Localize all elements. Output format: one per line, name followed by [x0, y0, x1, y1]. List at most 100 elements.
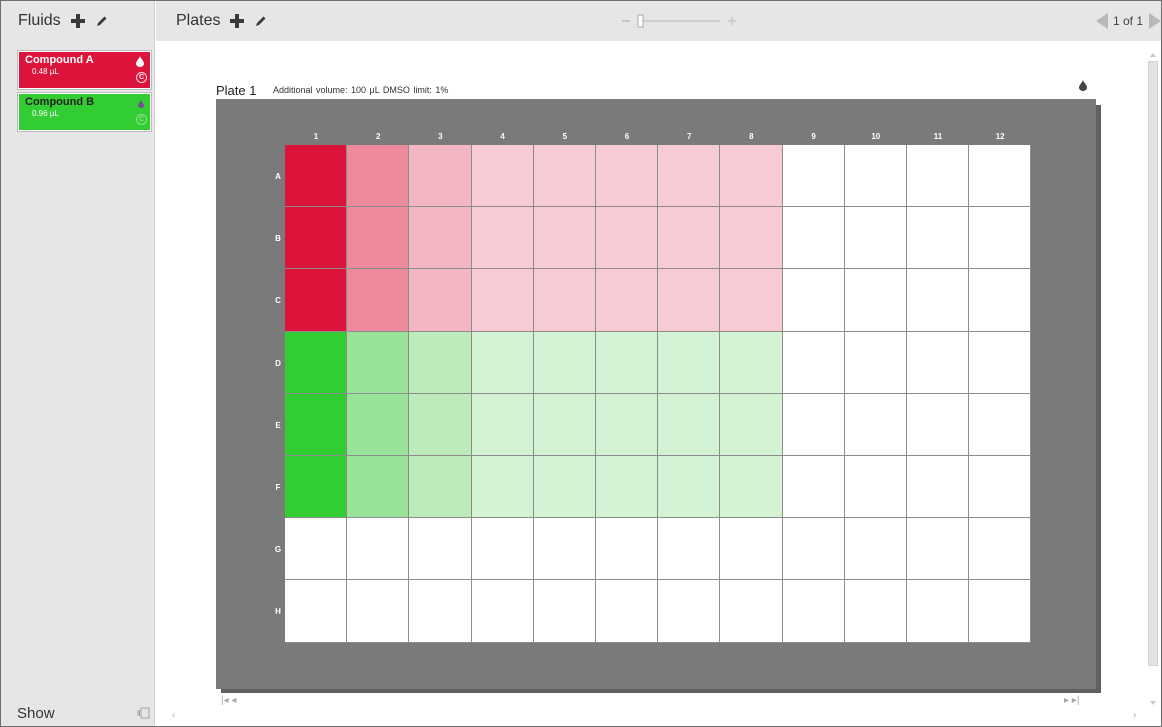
scroll-right-icon[interactable]: ›	[1133, 710, 1136, 721]
column-label[interactable]: 10	[845, 132, 907, 141]
copyright-c-icon[interactable]: C	[136, 114, 147, 125]
well-C8[interactable]	[720, 269, 782, 331]
well-F4[interactable]	[471, 455, 533, 518]
row-label[interactable]: B	[272, 234, 284, 243]
column-label[interactable]: 2	[347, 132, 409, 141]
copyright-c-icon[interactable]: C	[136, 72, 147, 83]
well-C11[interactable]	[906, 269, 969, 331]
well-A12[interactable]	[969, 145, 1031, 207]
add-plate-button[interactable]	[229, 13, 245, 29]
well-B12[interactable]	[969, 207, 1031, 269]
well-E2[interactable]	[347, 393, 409, 455]
column-label[interactable]: 5	[534, 132, 596, 141]
well-C4[interactable]	[471, 269, 533, 331]
well-H12[interactable]	[969, 580, 1031, 642]
well-G3[interactable]	[409, 518, 471, 580]
well-D12[interactable]	[969, 331, 1031, 393]
scroll-up-icon[interactable]	[1150, 53, 1156, 57]
well-C2[interactable]	[347, 269, 409, 331]
column-label[interactable]: 1	[285, 132, 347, 141]
well-A10[interactable]	[844, 145, 906, 207]
well-D8[interactable]	[720, 331, 782, 393]
well-A8[interactable]	[720, 145, 782, 207]
well-A2[interactable]	[347, 145, 409, 207]
row-label[interactable]: D	[272, 359, 284, 368]
column-label[interactable]: 7	[658, 132, 720, 141]
well-B3[interactable]	[409, 207, 471, 269]
vertical-scrollbar[interactable]	[1146, 41, 1161, 726]
well-G6[interactable]	[595, 518, 658, 580]
well-B7[interactable]	[658, 207, 720, 269]
well-B10[interactable]	[844, 207, 906, 269]
well-F7[interactable]	[658, 455, 720, 518]
well-F3[interactable]	[409, 455, 471, 518]
well-G12[interactable]	[969, 518, 1031, 580]
row-label[interactable]: F	[272, 483, 284, 492]
well-E12[interactable]	[969, 393, 1031, 455]
column-label[interactable]: 8	[720, 132, 782, 141]
add-fluid-button[interactable]	[70, 13, 86, 29]
triangle-right-icon[interactable]	[1148, 13, 1161, 29]
well-E8[interactable]	[720, 393, 782, 455]
row-label[interactable]: C	[272, 296, 284, 305]
well-G10[interactable]	[844, 518, 906, 580]
well-G4[interactable]	[471, 518, 533, 580]
fluid-card-compound-a[interactable]: Compound A 0.48 µL C	[17, 50, 152, 90]
well-B5[interactable]	[533, 207, 595, 269]
well-D3[interactable]	[409, 331, 471, 393]
well-C3[interactable]	[409, 269, 471, 331]
well-C10[interactable]	[844, 269, 906, 331]
zoom-slider[interactable]	[622, 14, 742, 28]
panel-toggle-icon[interactable]	[137, 707, 150, 719]
well-D9[interactable]	[782, 331, 844, 393]
well-G2[interactable]	[347, 518, 409, 580]
well-B1[interactable]	[285, 207, 347, 269]
well-A9[interactable]	[782, 145, 844, 207]
well-B4[interactable]	[471, 207, 533, 269]
well-B9[interactable]	[782, 207, 844, 269]
column-label[interactable]: 12	[969, 132, 1031, 141]
well-E1[interactable]	[285, 393, 347, 455]
row-label[interactable]: A	[272, 172, 284, 181]
edit-plate-button[interactable]	[253, 13, 269, 29]
well-B11[interactable]	[906, 207, 969, 269]
well-G8[interactable]	[720, 518, 782, 580]
triangle-left-icon[interactable]	[1095, 13, 1109, 29]
well-G5[interactable]	[533, 518, 595, 580]
drop-icon[interactable]	[138, 100, 144, 108]
scroll-first-icon[interactable]: |◂ ◂	[221, 695, 236, 706]
drop-icon[interactable]	[1079, 80, 1087, 91]
well-E3[interactable]	[409, 393, 471, 455]
drop-icon[interactable]	[136, 56, 144, 67]
well-G1[interactable]	[285, 518, 347, 580]
well-H4[interactable]	[471, 580, 533, 642]
well-H9[interactable]	[782, 580, 844, 642]
well-C5[interactable]	[533, 269, 595, 331]
well-H6[interactable]	[595, 580, 658, 642]
row-label[interactable]: E	[272, 421, 284, 430]
well-G7[interactable]	[658, 518, 720, 580]
well-A11[interactable]	[906, 145, 969, 207]
well-C12[interactable]	[969, 269, 1031, 331]
well-E7[interactable]	[658, 393, 720, 455]
well-E9[interactable]	[782, 393, 844, 455]
well-B8[interactable]	[720, 207, 782, 269]
well-A1[interactable]	[285, 145, 347, 207]
well-F5[interactable]	[533, 455, 595, 518]
well-H3[interactable]	[409, 580, 471, 642]
well-F10[interactable]	[844, 455, 906, 518]
row-label[interactable]: G	[272, 545, 284, 554]
scrollbar-thumb[interactable]	[1148, 61, 1158, 666]
well-A3[interactable]	[409, 145, 471, 207]
well-E10[interactable]	[844, 393, 906, 455]
well-E11[interactable]	[906, 393, 969, 455]
well-H2[interactable]	[347, 580, 409, 642]
well-H8[interactable]	[720, 580, 782, 642]
scroll-down-icon[interactable]	[1150, 701, 1156, 705]
column-label[interactable]: 9	[783, 132, 845, 141]
well-D7[interactable]	[658, 331, 720, 393]
well-C9[interactable]	[782, 269, 844, 331]
well-D6[interactable]	[595, 331, 658, 393]
well-A7[interactable]	[658, 145, 720, 207]
well-C6[interactable]	[595, 269, 658, 331]
